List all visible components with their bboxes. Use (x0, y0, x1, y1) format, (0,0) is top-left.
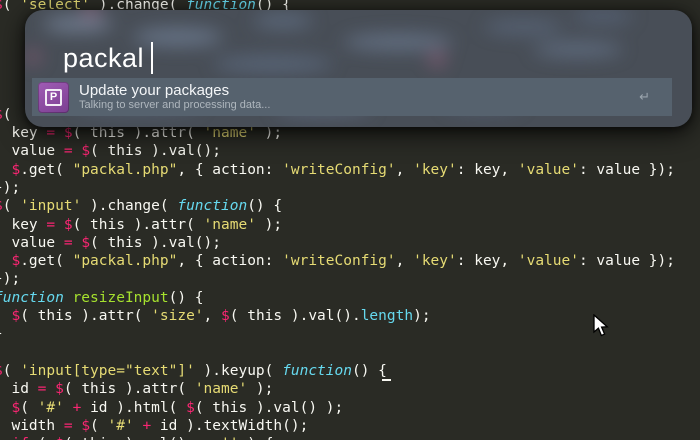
code-line: function resizeInput() { (0, 289, 675, 307)
code-line: width = $( '#' + id ).textWidth(); (0, 417, 675, 435)
editor-caret (382, 379, 391, 381)
code-line: value = $( this ).val(); (0, 234, 675, 252)
packal-icon: P (38, 82, 69, 113)
code-line: $( this ).attr( 'size', $( this ).val().… (0, 307, 675, 325)
code-line: } (0, 325, 675, 343)
code-line (0, 344, 675, 362)
text-caret (151, 42, 153, 74)
search-query-text: packal (63, 43, 144, 74)
return-key-icon: ↵ (639, 89, 650, 105)
code-line: $( 'input' ).change( function() { (0, 197, 675, 215)
code-line: }); (0, 270, 675, 288)
code-line: $.get( "packal.php", { action: 'writeCon… (0, 252, 675, 270)
code-line: $.get( "packal.php", { action: 'writeCon… (0, 161, 675, 179)
code-line: $( '#' + id ).html( $( this ).val() ); (0, 399, 675, 417)
mouse-cursor (593, 314, 610, 342)
search-input[interactable]: packal (63, 36, 153, 80)
code-line: if ( $( this ).val() == '' ) { (0, 435, 675, 440)
result-texts: Update your packages Talking to server a… (79, 82, 270, 112)
code-line: }); (0, 179, 675, 197)
code-line: value = $( this ).val(); (0, 142, 675, 160)
launcher-panel: packal P Update your packages Talking to… (25, 10, 692, 127)
packal-icon-letter: P (45, 89, 62, 106)
code-line: key = $( this ).attr( 'name' ); (0, 216, 675, 234)
result-subtitle: Talking to server and processing data... (79, 99, 270, 112)
code-line: $( 'input[type="text"]' ).keyup( functio… (0, 362, 675, 380)
result-row-update-packages[interactable]: P Update your packages Talking to server… (32, 78, 672, 116)
result-title: Update your packages (79, 82, 270, 99)
code-line: id = $( this ).attr( 'name' ); (0, 380, 675, 398)
